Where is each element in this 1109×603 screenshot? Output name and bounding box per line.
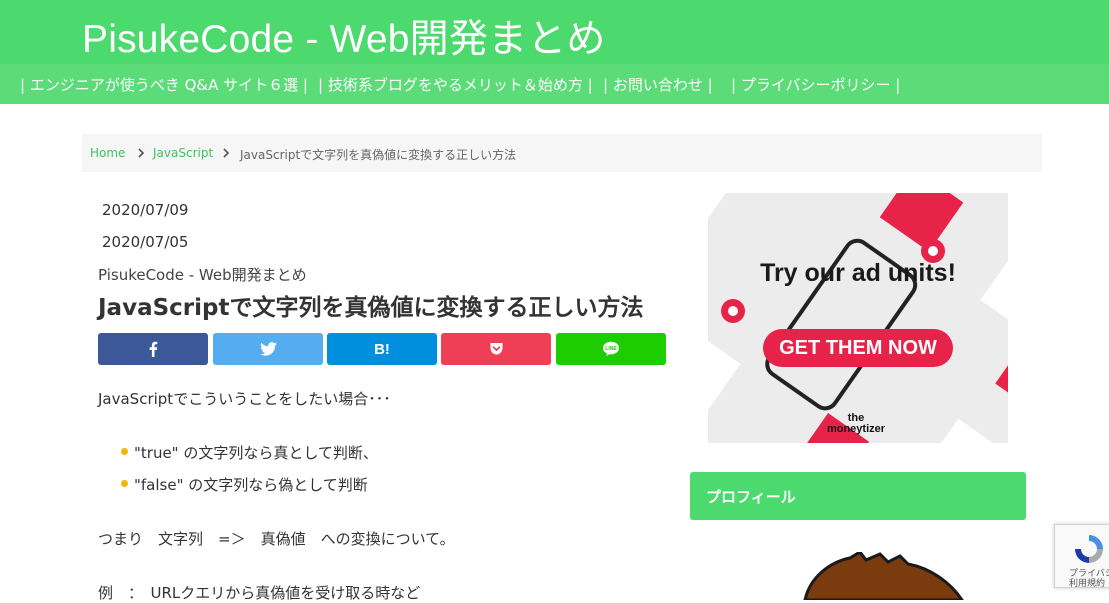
profile-widget-title: プロフィール (690, 472, 1026, 520)
breadcrumb: Home JavaScript JavaScriptで文字列を真偽値に変換する正… (82, 134, 1042, 172)
post-title: JavaScriptで文字列を真偽値に変換する正しい方法 (98, 295, 644, 321)
recaptcha-badge[interactable]: プライバシー 利用規約 (1054, 524, 1109, 589)
breadcrumb-current: JavaScriptで文字列を真偽値に変換する正しい方法 (240, 148, 517, 162)
breadcrumb-home-link[interactable]: Home (90, 146, 125, 160)
recaptcha-privacy-link[interactable]: プライバシー (1069, 569, 1109, 579)
breadcrumb-category-link[interactable]: JavaScript (153, 146, 213, 160)
line-icon: LINE (603, 341, 619, 356)
nav-item-qa-sites[interactable]: | エンジニアが使うべき Q&A サイト６選 | (20, 74, 308, 95)
nav-item-blog-merits[interactable]: | 技術系ブログをやるメリット＆始め方 | (318, 74, 593, 95)
share-pocket-button[interactable] (441, 333, 551, 365)
share-line-button[interactable]: LINE (556, 333, 666, 365)
hatena-bookmark-icon: B! (374, 340, 390, 358)
ad-brand-line2: moneytizer (826, 423, 886, 435)
sidebar-ad-banner[interactable]: Try our ad units! GET THEM NOW the money… (708, 193, 1008, 443)
recaptcha-icon (1075, 535, 1103, 563)
ad-headline: Try our ad units! (760, 259, 956, 287)
summary-paragraph: つまり 文字列 =＞ 真偽値 への変換について。 (98, 530, 455, 548)
list-item: "true" の文字列なら真として判断、 (134, 444, 378, 462)
published-date: 2020/07/05 (102, 233, 189, 251)
chevron-right-icon (138, 148, 145, 158)
svg-text:LINE: LINE (605, 346, 617, 352)
ad-cta-button[interactable]: GET THEM NOW (763, 329, 953, 367)
profile-widget-label: プロフィール (706, 488, 796, 506)
share-hatena-button[interactable]: B! (327, 333, 437, 365)
global-nav: | エンジニアが使うべき Q&A サイト６選 | | 技術系ブログをやるメリット… (0, 64, 1109, 104)
intro-paragraph: JavaScriptでこういうことをしたい場合･･･ (98, 390, 391, 408)
pocket-icon (490, 343, 502, 355)
bullet-icon (121, 480, 128, 487)
post-author: PisukeCode - Web開発まとめ (98, 266, 307, 284)
facebook-icon (149, 341, 158, 357)
nav-item-contact[interactable]: | お問い合わせ | (603, 74, 713, 95)
nav-item-privacy-policy[interactable]: | プライバシーポリシー | (731, 74, 900, 95)
share-facebook-button[interactable] (98, 333, 208, 365)
twitter-icon (259, 342, 277, 356)
recaptcha-terms-link[interactable]: 利用規約 (1069, 579, 1109, 589)
chevron-right-icon (223, 148, 230, 158)
avatar (803, 552, 964, 600)
ad-background-graphic (708, 193, 1008, 443)
bullet-icon (121, 448, 128, 455)
site-title[interactable]: PisukeCode - Web開発まとめ (82, 8, 606, 64)
recaptcha-text: プライバシー 利用規約 (1069, 569, 1109, 589)
list-item: "false" の文字列なら偽として判断 (134, 476, 368, 494)
share-twitter-button[interactable] (213, 333, 323, 365)
updated-date: 2020/07/09 (102, 201, 189, 219)
site-header: PisukeCode - Web開発まとめ | エンジニアが使うべき Q&A サ… (0, 0, 1109, 104)
ad-brand-logo: the moneytizer (826, 413, 886, 435)
